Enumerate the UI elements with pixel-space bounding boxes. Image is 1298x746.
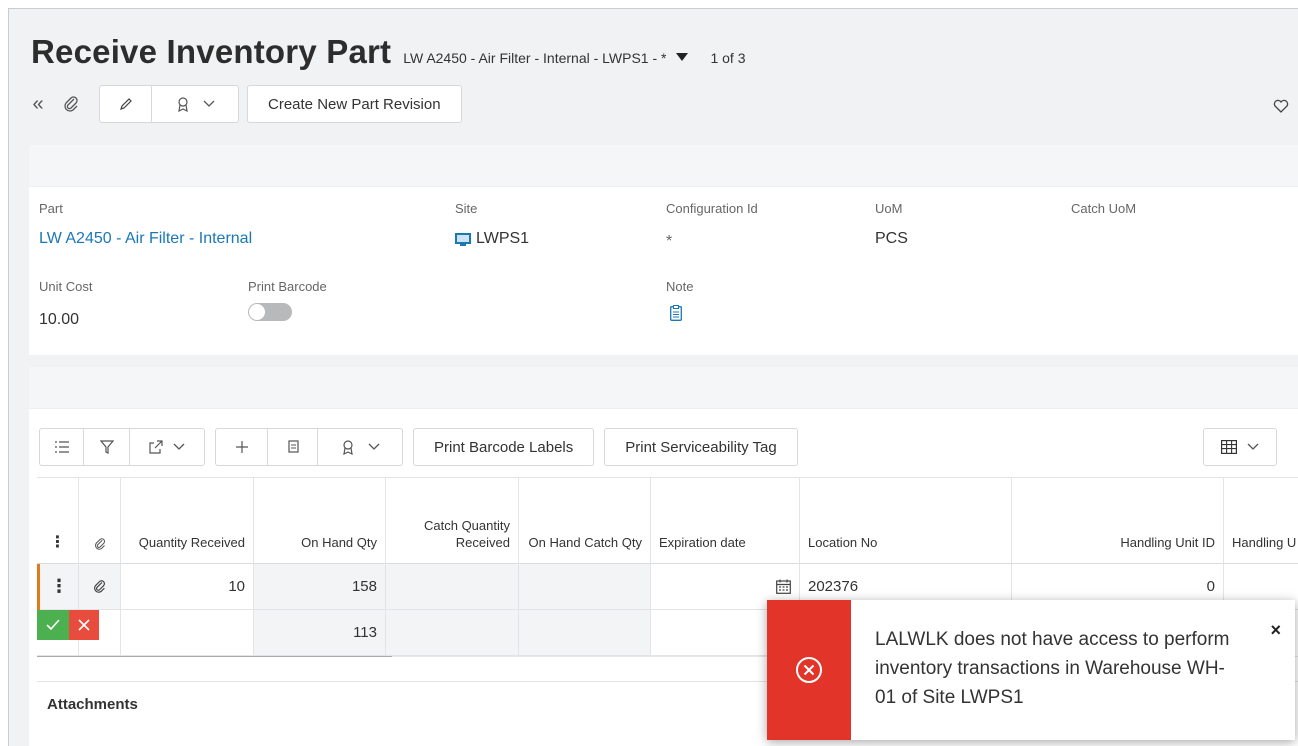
row-workflow-menu-button[interactable] — [318, 429, 402, 465]
catch-uom-label: Catch UoM — [1071, 201, 1137, 216]
record-count: 1 of 3 — [710, 50, 746, 66]
table-settings-button[interactable] — [1203, 428, 1277, 466]
col-location-no[interactable]: Location No — [800, 478, 1012, 564]
table-grid-menu[interactable] — [1204, 429, 1276, 465]
chevron-down-icon — [173, 443, 185, 450]
table-grid-icon — [1221, 440, 1237, 454]
confirm-row-button[interactable] — [37, 610, 69, 640]
chevron-down-icon — [1247, 443, 1259, 450]
row2-catch-qty-received-cell — [386, 610, 519, 656]
quantity-received-input[interactable]: 10 — [121, 564, 254, 610]
part-label: Part — [39, 201, 63, 216]
duplicate-row-icon[interactable] — [268, 429, 318, 465]
error-message: LALWLK does not have access to perform i… — [875, 629, 1230, 708]
chevron-down-icon — [368, 443, 380, 450]
error-toast: LALWLK does not have access to perform i… — [767, 600, 1295, 740]
print-barcode-labels-button[interactable]: Print Barcode Labels — [413, 428, 595, 466]
add-row-plus-icon[interactable] — [216, 429, 268, 465]
export-menu-button[interactable] — [130, 429, 204, 465]
print-serviceability-tag-button[interactable]: Print Serviceability Tag — [604, 428, 798, 466]
page-frame: Receive Inventory Part LW A2450 - Air Fi… — [8, 8, 1298, 746]
edit-button-group — [99, 85, 239, 123]
catch-qty-received-cell — [386, 564, 519, 610]
card-header — [29, 145, 1298, 187]
unit-cost-label: Unit Cost — [39, 279, 93, 294]
column-menu-header[interactable]: ⋮ — [37, 478, 79, 564]
part-link[interactable]: LW A2450 - Air Filter - Internal — [39, 230, 252, 248]
col-on-hand-qty[interactable]: On Hand Qty — [254, 478, 386, 564]
filter-icon[interactable] — [84, 429, 130, 465]
error-indicator — [767, 600, 851, 740]
collapse-navigator-icon[interactable]: « — [25, 85, 51, 123]
site-value: LWPS1 — [476, 230, 530, 247]
col-quantity-received[interactable]: Quantity Received — [121, 478, 254, 564]
site-label: Site — [455, 201, 478, 216]
row-menu-icon[interactable]: ⋮ — [40, 564, 79, 610]
receipts-card-header — [29, 367, 1298, 409]
paperclip-icon[interactable] — [51, 85, 91, 123]
close-icon — [78, 619, 90, 631]
record-description: LW A2450 - Air Filter - Internal - LWPS1… — [403, 50, 667, 66]
grid-toolbar: Print Barcode Labels Print Serviceabilit… — [39, 428, 798, 466]
row2-quantity-received-cell[interactable] — [121, 610, 254, 656]
unit-cost-value: 10.00 — [39, 311, 80, 328]
col-on-hand-catch-qty[interactable]: On Hand Catch Qty — [519, 478, 651, 564]
uom-label: UoM — [875, 201, 903, 216]
on-hand-qty-cell: 158 — [254, 564, 386, 610]
cancel-row-button[interactable] — [69, 610, 99, 640]
chevron-down-icon — [203, 100, 215, 107]
col-expiration-date[interactable]: Expiration date — [651, 478, 800, 564]
paperclip-icon — [94, 580, 105, 593]
list-view-icon[interactable] — [40, 429, 84, 465]
col-handling-unit-type[interactable]: Handling U — [1224, 478, 1298, 564]
row-attachment-icon[interactable] — [79, 564, 121, 610]
print-barcode-label: Print Barcode — [248, 279, 327, 294]
print-barcode-toggle[interactable] — [248, 303, 292, 321]
col-handling-unit-id[interactable]: Handling Unit ID — [1012, 478, 1224, 564]
error-circle-x-icon — [796, 657, 822, 683]
checkmark-icon — [46, 619, 60, 631]
configuration-id-label: Configuration Id — [666, 201, 758, 216]
on-hand-catch-qty-cell — [519, 564, 651, 610]
site-monitor-icon — [455, 233, 471, 252]
paperclip-icon — [94, 538, 105, 550]
export-icon — [149, 440, 163, 454]
row-actions-group — [215, 428, 403, 466]
scrollbar-thumb[interactable] — [37, 656, 392, 657]
edit-pencil-icon[interactable] — [100, 86, 152, 122]
attachments-label: Attachments — [47, 696, 138, 713]
part-info-card: Part LW A2450 - Air Filter - Internal Si… — [29, 145, 1298, 355]
attachment-column-header — [79, 478, 121, 564]
favorite-heart-icon[interactable] — [1272, 97, 1290, 115]
title-row: Receive Inventory Part LW A2450 - Air Fi… — [31, 33, 746, 71]
note-document-icon[interactable] — [670, 305, 682, 326]
uom-value: PCS — [875, 230, 908, 247]
page-title: Receive Inventory Part — [31, 33, 392, 70]
workflow-menu-button[interactable] — [152, 86, 238, 122]
row2-on-hand-catch-qty-cell — [519, 610, 651, 656]
configuration-id-value: * — [666, 233, 673, 250]
create-new-part-revision-button[interactable]: Create New Part Revision — [247, 85, 462, 123]
ribbon-icon — [178, 97, 188, 112]
ribbon-icon — [343, 440, 353, 455]
note-label: Note — [666, 279, 694, 294]
main-toolbar: « Create New Part Revision — [25, 85, 462, 123]
row2-on-hand-qty-cell: 113 — [254, 610, 386, 656]
grid-view-group — [39, 428, 205, 466]
close-toast-icon[interactable]: × — [1270, 620, 1281, 641]
calendar-icon — [776, 579, 791, 594]
record-selector-caret-icon[interactable] — [676, 53, 689, 61]
col-catch-quantity-received[interactable]: Catch Quantity Received — [386, 478, 519, 564]
